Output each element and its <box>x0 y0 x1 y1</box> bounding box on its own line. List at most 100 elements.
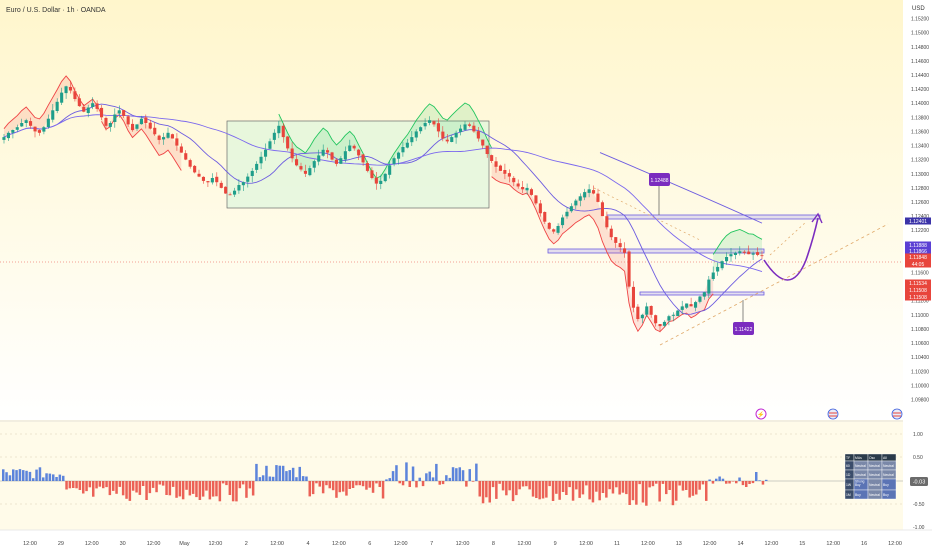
candle-body <box>348 145 352 151</box>
time-tick-label: 9 <box>554 541 557 547</box>
candle-body <box>170 134 174 139</box>
osc-bar <box>741 481 745 486</box>
osc-bar <box>218 481 222 502</box>
osc-bar <box>331 481 335 491</box>
osc-bar <box>341 481 345 492</box>
candle-body <box>308 168 312 176</box>
candle-body <box>215 176 219 183</box>
osc-bar <box>285 471 288 481</box>
candle-body <box>494 161 498 167</box>
candle-body <box>592 190 596 194</box>
osc-bar <box>538 481 541 500</box>
ratings-cell-text: Neutral <box>855 464 866 468</box>
osc-bar <box>651 481 655 487</box>
time-axis[interactable]: 12:00 29 12:00 30 12:00 May 12:00 2 12:00 4 12:00 6… <box>23 541 902 547</box>
candle-body <box>702 292 706 297</box>
osc-bar <box>711 481 715 484</box>
osc-bar <box>418 477 421 481</box>
currency-label: USD <box>912 6 925 12</box>
candle-body <box>698 296 702 302</box>
osc-bar <box>381 481 385 499</box>
osc-bar <box>351 481 355 488</box>
osc-bar <box>141 481 145 486</box>
osc-current-value: -0.03 <box>913 480 926 486</box>
osc-bar <box>525 481 528 487</box>
osc-bar <box>35 469 38 481</box>
time-tick-label: 15 <box>799 541 805 547</box>
osc-bar <box>375 481 378 484</box>
candle-body <box>193 165 197 173</box>
osc-bar <box>448 477 451 481</box>
candle-body <box>428 120 432 123</box>
osc-bar <box>78 481 82 490</box>
ratings-cell-text: Neutral <box>869 493 880 497</box>
price-tag-label: 1.12401 <box>909 219 927 225</box>
time-tick-label: May <box>179 541 190 547</box>
osc-bar <box>618 481 621 495</box>
osc-bar <box>551 481 555 501</box>
osc-bar <box>398 481 401 484</box>
osc-bar <box>635 481 638 505</box>
candle-body <box>95 103 99 109</box>
osc-bar <box>278 465 281 481</box>
candle-body <box>20 123 24 127</box>
ratings-cell-text: Neutral <box>869 483 880 487</box>
osc-bar <box>295 477 298 481</box>
osc-bar <box>698 481 701 490</box>
osc-bar <box>25 470 28 481</box>
time-tick-label: 12:00 <box>23 541 37 547</box>
osc-bar <box>575 481 578 490</box>
candle-body <box>46 118 50 127</box>
price-tag-label: 1.11508 <box>909 295 927 301</box>
time-tick-label: 12:00 <box>517 541 531 547</box>
us-flag-event-icon[interactable] <box>891 408 903 420</box>
osc-bar <box>511 481 515 502</box>
osc-bar <box>518 481 521 490</box>
candle-body <box>423 123 427 127</box>
candle-body <box>268 141 272 149</box>
candle-body <box>694 302 698 308</box>
candle-body <box>175 138 179 146</box>
candle-body <box>228 194 232 196</box>
candle-body <box>299 166 303 170</box>
callout-bottom-label: 1.11422 <box>735 327 753 333</box>
candle-body <box>742 251 746 253</box>
osc-bar <box>228 481 232 495</box>
osc-bar <box>758 480 761 481</box>
ratings-cell-text: Buy <box>883 493 889 497</box>
osc-bar <box>22 470 25 481</box>
candle-body <box>485 145 489 154</box>
osc-bar <box>765 479 768 481</box>
price-tag-label: 1.11508 <box>909 288 927 294</box>
osc-bar <box>468 469 471 481</box>
osc-bar <box>38 467 42 481</box>
osc-bar <box>438 481 441 485</box>
candle-body <box>237 185 241 191</box>
osc-bar <box>471 481 475 482</box>
osc-bar <box>361 481 365 487</box>
price-tick-label: 1.13200 <box>911 158 929 164</box>
osc-bar <box>621 481 625 493</box>
osc-bar <box>605 481 608 498</box>
candle-body <box>321 149 325 156</box>
candle-body <box>42 127 46 132</box>
time-tick-label: 29 <box>58 541 64 547</box>
candle-body <box>233 190 237 195</box>
oscillator-pane-bg <box>0 422 903 530</box>
candle-body <box>649 306 653 315</box>
time-tick-label: 2 <box>245 541 248 547</box>
osc-bar <box>62 475 65 481</box>
osc-bar <box>558 481 561 500</box>
osc-bar <box>265 465 268 481</box>
candle-body <box>627 251 631 287</box>
resistance-zone[interactable] <box>606 214 821 220</box>
candle-body <box>157 135 161 140</box>
osc-bar <box>145 481 148 500</box>
us-flag-event-icon[interactable] <box>827 408 839 420</box>
osc-bar <box>235 481 238 502</box>
chart-canvas[interactable]: Euro / U.S. Dollar · 1h · OANDA USD 1.12… <box>0 0 932 550</box>
candle-body <box>326 150 330 153</box>
time-tick-label: 4 <box>306 541 309 547</box>
candle-body <box>77 98 81 107</box>
osc-bar <box>248 481 252 489</box>
